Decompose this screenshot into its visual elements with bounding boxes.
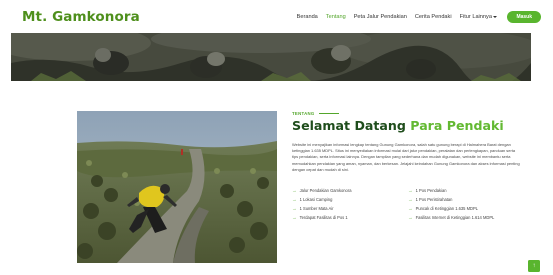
nav-link-tentang[interactable]: Tentang [326, 14, 346, 20]
feature-text: Fasilitas Internet di Ketinggian 1.614 M… [415, 215, 495, 221]
arrow-up-icon: ↑ [532, 263, 536, 269]
brand-logo[interactable]: Mt. Gamkonora [22, 9, 140, 25]
feature-item: → Jalur Pendakian Gamkonora [292, 188, 404, 193]
nav-link-peta-jalur[interactable]: Peta Jalur Pendakian [354, 14, 407, 20]
feature-list: → Jalur Pendakian Gamkonora → 1 Pos Pendak… [292, 188, 520, 220]
feature-item: → 1 Pos Peristirahatan [408, 197, 520, 202]
feature-item: → Puncak di Ketinggian 1.635 MDPL [408, 206, 520, 211]
section-title: Selamat Datang Para Pendaki [292, 119, 520, 133]
eyebrow-label: TENTANG [292, 111, 315, 116]
arrow-right-icon: → [408, 206, 413, 212]
feature-item: → 1 Pos Pendakian [408, 188, 520, 193]
navbar: Mt. Gamkonora Beranda Tentang Peta Jalur… [0, 0, 553, 34]
about-section: TENTANG Selamat Datang Para Pendaki Webs… [292, 111, 520, 220]
feature-text: 1 Pos Peristirahatan [415, 197, 453, 203]
nav-link-beranda[interactable]: Beranda [297, 14, 318, 20]
main-nav: Beranda Tentang Peta Jalur Pendakian Cer… [297, 11, 541, 23]
feature-item: → Terdapat Fasilitas di Pos 1 [292, 215, 404, 220]
arrow-right-icon: → [408, 188, 413, 194]
feature-text: Jalur Pendakian Gamkonora [299, 188, 352, 194]
nav-dropdown-label: Fitur Lainnya [459, 14, 492, 20]
title-accent: Para Pendaki [410, 118, 504, 133]
nav-link-cerita-pendaki[interactable]: Cerita Pendaki [415, 14, 452, 20]
feature-item: → 1 Sumber Mata Air [292, 206, 404, 211]
hero-banner-image [11, 33, 531, 81]
arrow-right-icon: → [292, 188, 297, 194]
section-description: Website ini menyajikan informasi lengkap… [292, 142, 520, 172]
arrow-right-icon: → [292, 215, 297, 221]
arrow-right-icon: → [408, 215, 413, 221]
back-to-top-button[interactable]: ↑ [528, 260, 540, 272]
eyebrow-divider [318, 113, 339, 114]
feature-text: Puncak di Ketinggian 1.635 MDPL [415, 206, 478, 212]
feature-text: Terdapat Fasilitas di Pos 1 [299, 215, 348, 221]
feature-text: 1 Lokasi Camping [299, 197, 333, 203]
title-prefix: Selamat Datang [292, 118, 406, 133]
nav-dropdown-fitur-lainnya[interactable]: Fitur Lainnya [460, 14, 498, 20]
section-eyebrow: TENTANG [292, 111, 520, 116]
about-photo-hiker [77, 111, 277, 263]
chevron-down-icon [493, 15, 498, 18]
feature-text: 1 Sumber Mata Air [299, 206, 334, 212]
arrow-right-icon: → [292, 206, 297, 212]
arrow-right-icon: → [292, 197, 297, 203]
feature-item: → Fasilitas Internet di Ketinggian 1.614 … [408, 215, 520, 220]
page: Mt. Gamkonora Beranda Tentang Peta Jalur… [0, 0, 553, 275]
feature-item: → 1 Lokasi Camping [292, 197, 404, 202]
arrow-right-icon: → [408, 197, 413, 203]
feature-text: 1 Pos Pendakian [415, 188, 447, 194]
login-button[interactable]: Masuk [507, 11, 541, 23]
